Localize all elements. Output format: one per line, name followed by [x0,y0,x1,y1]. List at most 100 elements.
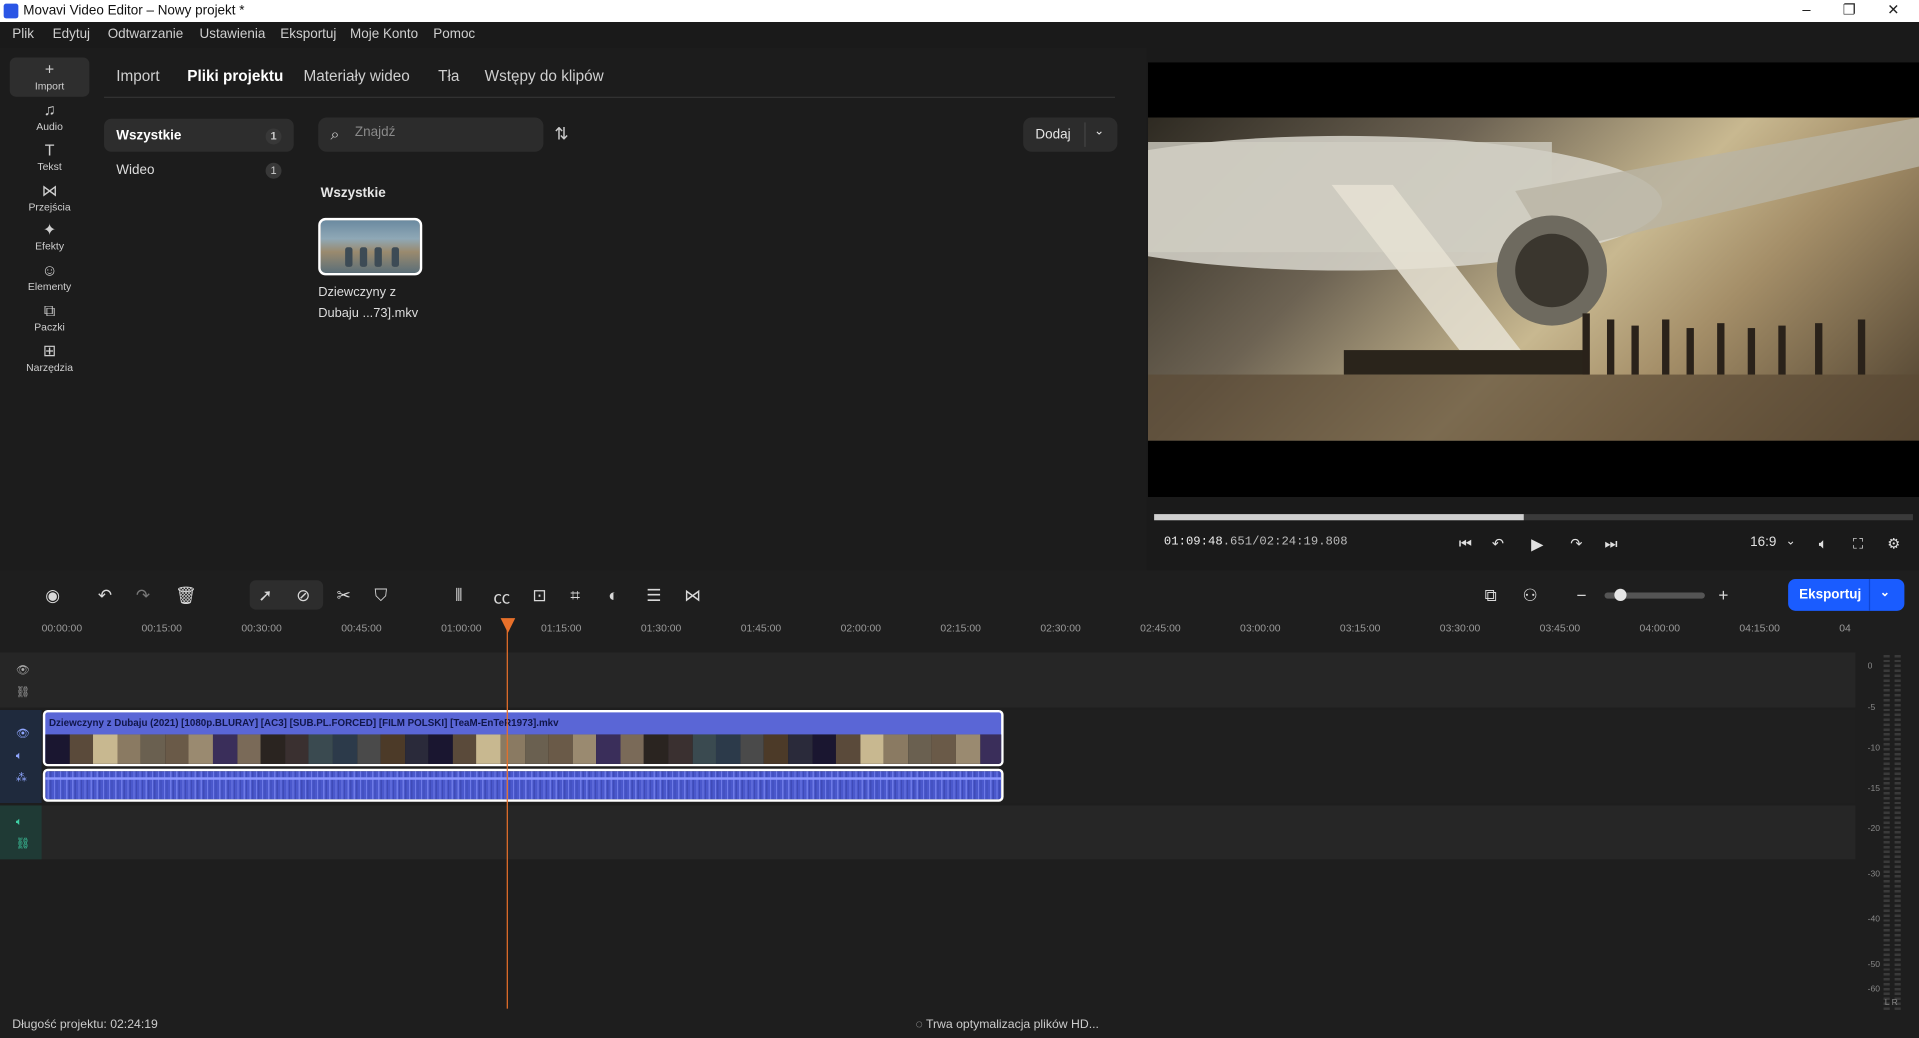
video-overlay-track[interactable] [0,652,1856,708]
zoom-out-icon[interactable]: − [1576,585,1586,605]
menu-moje-konto[interactable]: Moje Konto [350,27,418,42]
filmstrip-frame [764,734,789,764]
fullscreen-icon[interactable]: ⛶ [1853,535,1863,553]
category-label: Wideo [116,162,155,178]
chevron-down-icon[interactable]: ⌄ [1094,125,1104,138]
color-icon[interactable]: ◐ [608,585,618,605]
maximize-button[interactable]: ❐ [1831,1,1868,21]
chevron-down-icon[interactable]: ⌄ [1786,535,1796,548]
total-time: /02:24:19.808 [1252,536,1348,550]
razor-icon[interactable]: ⊘ [296,585,310,606]
step-forward-icon[interactable]: ↷ [1570,535,1582,552]
tab-divider [104,96,1115,98]
audio-track[interactable] [0,805,1856,860]
eye-icon[interactable]: 👁︎ [16,727,30,740]
filmstrip-frame [308,734,333,764]
sort-icon[interactable]: ⇅ [554,124,568,145]
ai-track-icon[interactable]: ⊡ [532,585,546,606]
chevron-down-icon[interactable]: ⌄ [1880,586,1890,599]
audio-edit-icon[interactable]: ⫴ [455,585,462,606]
skip-end-icon[interactable]: ⏭ [1605,535,1618,553]
category-wszystkie[interactable]: Wszystkie 1 [104,118,294,152]
waveform-icon[interactable]: ⁂ [16,771,27,784]
track-header [0,652,42,708]
audio-waveform[interactable] [42,768,1004,802]
adjust-icon[interactable]: ☰ [646,585,661,606]
sidebar-paczki[interactable]: ⧉ Paczki [10,299,90,338]
ruler-tick-label: 04:00:00 [1639,621,1681,635]
transition-icon[interactable]: ⋈ [684,585,701,606]
sidebar-efekty[interactable]: ✦ Efekty [10,218,90,257]
tab-materialy-wideo[interactable]: Materiały wideo [304,67,410,84]
marker-icon[interactable]: ⛉ [375,585,388,606]
filmstrip-frame [260,734,285,764]
link-icon[interactable]: ⛓ [16,685,30,698]
filmstrip-frame [476,734,501,764]
video-clip[interactable]: Dziewczyny z Dubaju (2021) [1080p.BLURAY… [42,709,1004,767]
volume-icon[interactable]: 🔈︎ [16,815,23,828]
zoom-slider-handle[interactable] [1614,588,1627,602]
audio-volume-line[interactable] [45,777,1002,780]
media-thumbnail[interactable] [318,217,423,276]
meter-scale-label: -5 [1867,703,1876,713]
playhead-handle[interactable] [500,618,516,633]
tab-tla[interactable]: Tła [438,67,459,84]
sidebar-przejscia[interactable]: ⋈ Przejścia [10,179,90,218]
menu-eksportuj[interactable]: Eksportuj [280,27,336,42]
ruler-tick-label: 03:45:00 [1539,621,1581,635]
unlink-icon[interactable]: ⛓ [16,837,30,850]
menu-ustawienia[interactable]: Ustawienia [199,27,265,42]
audio-meter: 0 -5 -10 -15 -20 -30 -40 -50 -60 L R [1862,652,1919,1019]
step-back-icon[interactable]: ↶ [1492,535,1504,552]
audio-detach-icon[interactable]: ⧉ [1485,585,1497,606]
sidebar-tekst[interactable]: T Tekst [10,138,90,177]
close-button[interactable]: ✕ [1875,1,1912,21]
meter-scale-label: 0 [1867,662,1873,671]
filmstrip-frame [524,734,549,764]
filmstrip-frame [644,734,669,764]
video-frame-image [1148,117,1919,441]
sidebar-import-label: Import [34,79,65,92]
sidebar-narzedzia[interactable]: ⊞ Narzędzia [10,339,90,378]
play-icon[interactable]: ▶ [1531,535,1543,555]
category-wideo[interactable]: Wideo 1 [104,153,294,186]
crop-icon[interactable]: ⌗ [570,585,580,606]
menu-pomoc[interactable]: Pomoc [433,27,475,42]
menu-plik[interactable]: Plik [12,27,34,42]
menu-edytuj[interactable]: Edytuj [53,27,90,42]
volume-icon[interactable]: 🔈︎ [16,749,23,762]
subtitles-icon[interactable]: ㏄ [493,585,510,609]
tab-import[interactable]: Import [116,67,159,84]
add-button[interactable]: Dodaj ⌄ [1023,117,1118,152]
ruler-tick-label: 00:30:00 [241,621,282,635]
record-icon[interactable]: ◉ [45,585,60,606]
zoom-in-icon[interactable]: + [1718,585,1728,605]
sticker-icon[interactable]: ⚇ [1523,585,1538,606]
search-input[interactable] [354,124,527,140]
pointer-icon[interactable]: ➚ [258,585,272,606]
minimize-button[interactable]: – [1788,1,1825,21]
export-button[interactable]: Eksportuj ⌄ [1788,578,1905,611]
aspect-ratio-select[interactable]: 16:9 [1750,535,1776,550]
filmstrip-frame [979,734,1002,764]
sidebar-import[interactable]: + Import [9,57,90,97]
sidebar-elementy[interactable]: ☺ Elementy [10,258,90,297]
trash-icon[interactable]: 🗑︎ [175,585,197,606]
sidebar-audio[interactable]: ♫ Audio [10,98,90,137]
gear-icon[interactable]: ⚙ [1887,535,1900,552]
skip-start-icon[interactable]: ⏮ [1459,535,1472,553]
redo-icon[interactable]: ↷ [136,585,150,606]
playhead-line[interactable] [506,627,508,1009]
sidebar-elementy-label: Elementy [27,280,72,293]
video-frame[interactable] [1148,117,1919,441]
tab-wstepy[interactable]: Wstępy do klipów [485,67,604,84]
menu-odtwarzanie[interactable]: Odtwarzanie [108,27,184,42]
undo-icon[interactable]: ↶ [98,585,112,606]
ruler-tick-label: 02:30:00 [1040,621,1081,635]
sidebar-przejscia-label: Przejścia [28,200,71,213]
eye-icon[interactable]: 👁︎ [16,663,30,676]
tab-pliki-projektu[interactable]: Pliki projektu [187,67,283,84]
ruler-tick-label: 02:45:00 [1140,621,1181,635]
volume-icon[interactable]: 🔈︎ [1819,535,1828,553]
scissors-icon[interactable]: ✂ [337,585,351,606]
